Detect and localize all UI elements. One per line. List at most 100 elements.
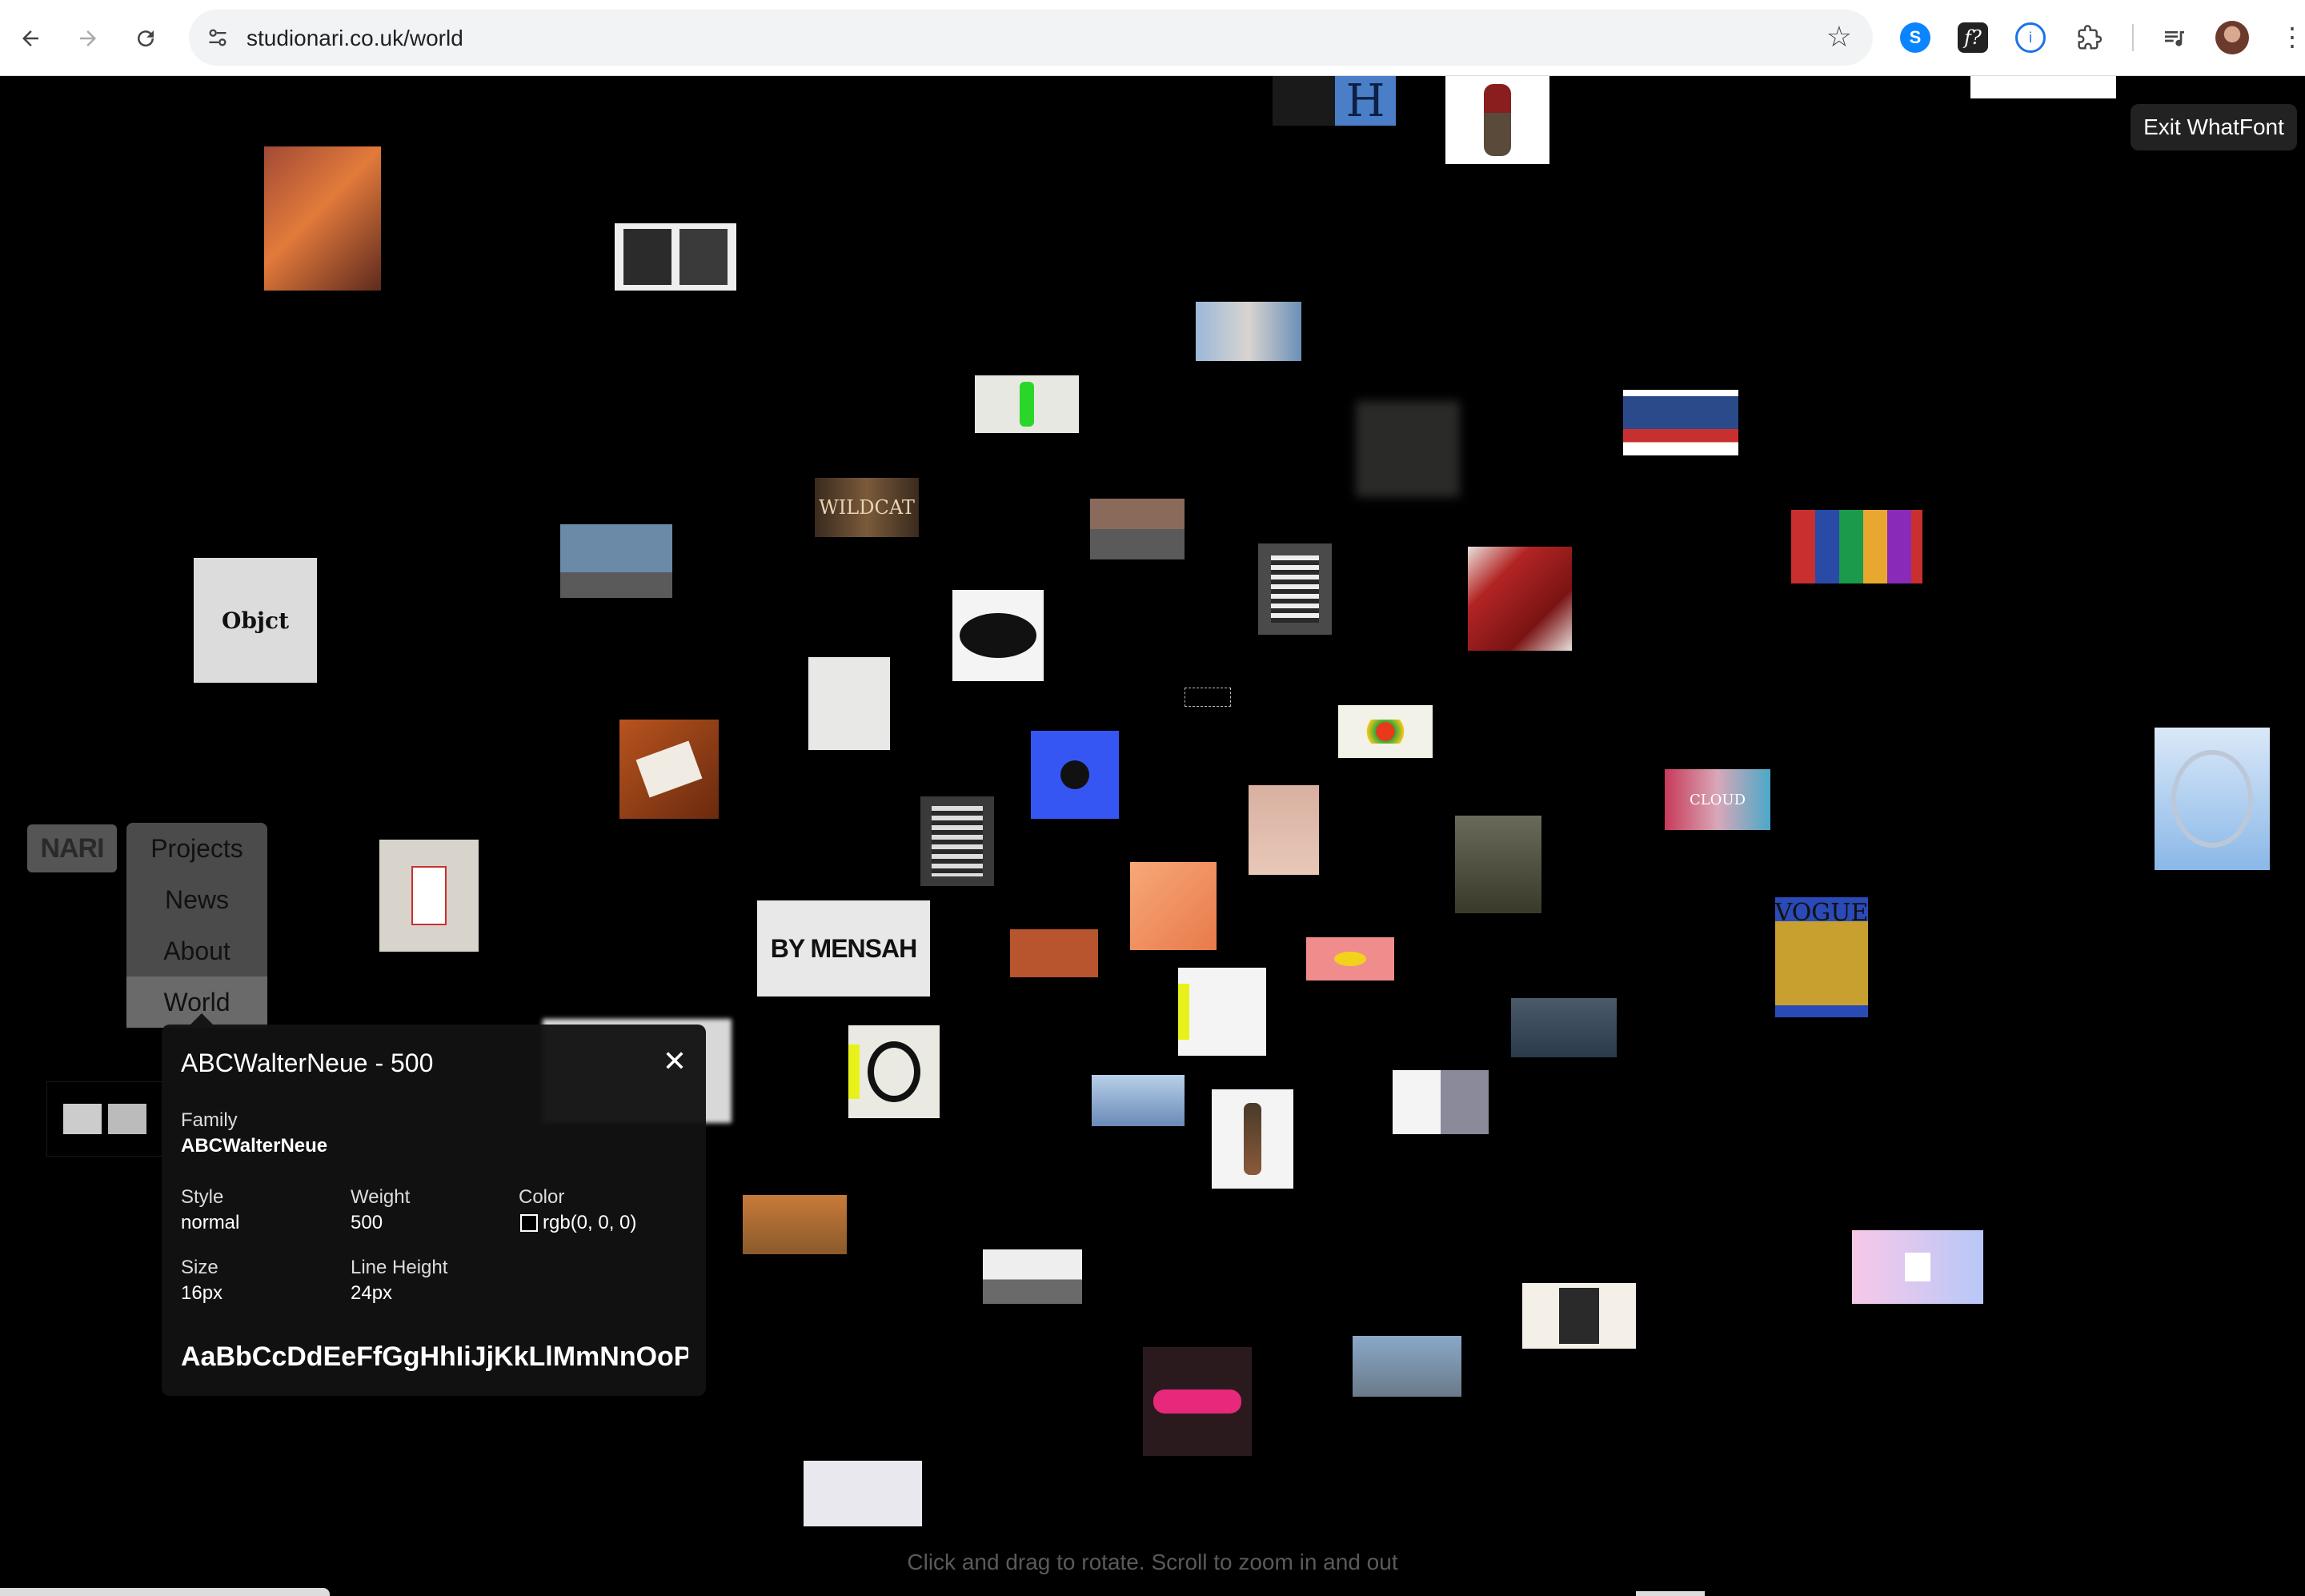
project-tile[interactable]: [1273, 76, 1337, 126]
project-tile[interactable]: [1468, 547, 1572, 651]
project-tile[interactable]: [848, 1025, 940, 1118]
logo-image: [868, 1041, 920, 1102]
project-tile[interactable]: [1511, 998, 1617, 1057]
project-tile[interactable]: [615, 223, 736, 291]
site-info-icon[interactable]: [200, 20, 235, 55]
nari-logo[interactable]: NARI: [27, 824, 117, 872]
photo-image: [679, 229, 728, 285]
project-tile[interactable]: [1338, 705, 1433, 758]
project-tile[interactable]: [983, 1249, 1082, 1304]
stripe-image: [1178, 984, 1189, 1040]
project-tile[interactable]: [1852, 1230, 1983, 1304]
browser-toolbar: studionari.co.uk/world ☆ S f? i ⋮: [0, 0, 2305, 76]
project-tile-wildcat[interactable]: WILDCAT: [815, 478, 919, 537]
logo-image: [1060, 760, 1089, 789]
project-tile[interactable]: [1791, 510, 1922, 583]
shazam-extension-icon[interactable]: S: [1900, 22, 1930, 53]
menu-item-about[interactable]: About: [126, 925, 267, 976]
close-icon[interactable]: ✕: [663, 1047, 687, 1076]
stripe-image: [848, 1045, 860, 1099]
project-tile-h[interactable]: H: [1335, 76, 1396, 126]
whatfont-panel: ABCWalterNeue - 500 ✕ Family ABCWalterNe…: [162, 1013, 706, 1396]
line-height-label: Line Height: [351, 1257, 448, 1278]
url-text[interactable]: studionari.co.uk/world: [247, 26, 463, 51]
toolbar-divider: [2132, 24, 2134, 51]
project-tile[interactable]: [1970, 76, 2116, 98]
project-tile[interactable]: [560, 524, 672, 598]
project-tile[interactable]: [743, 1195, 847, 1254]
line-height-value: 24px: [351, 1282, 393, 1304]
project-tile[interactable]: [1031, 731, 1119, 819]
tile-label: BY MENSAH: [770, 933, 917, 963]
project-tile[interactable]: [46, 1081, 163, 1157]
project-tile[interactable]: [808, 657, 890, 750]
project-tile[interactable]: [1353, 1336, 1461, 1397]
project-tile[interactable]: [975, 375, 1079, 433]
bookmark-star-icon[interactable]: ☆: [1826, 21, 1852, 53]
tile-label: WILDCAT: [819, 496, 915, 519]
box-image: [635, 740, 703, 798]
project-tile[interactable]: [804, 1461, 922, 1526]
project-tile[interactable]: [1092, 1075, 1185, 1126]
project-tile[interactable]: [379, 840, 479, 952]
reload-icon[interactable]: [125, 18, 166, 59]
project-tile[interactable]: [1636, 1591, 1705, 1596]
product-image: [108, 1104, 146, 1134]
tshirt-image: [1905, 1253, 1930, 1281]
project-tile[interactable]: [1393, 1070, 1489, 1134]
tile-label: H: [1345, 76, 1385, 126]
project-tile[interactable]: [1196, 302, 1301, 361]
project-tile[interactable]: [1130, 862, 1217, 950]
project-tile[interactable]: [1306, 937, 1394, 980]
fruit-image: [1357, 720, 1413, 744]
rotate-zoom-hint: Click and drag to rotate. Scroll to zoom…: [907, 1550, 1398, 1574]
profile-avatar[interactable]: [2215, 21, 2249, 54]
exit-whatfont-button[interactable]: Exit WhatFont: [2131, 104, 2297, 150]
figure-image: [1020, 382, 1034, 427]
project-tile[interactable]: [2155, 728, 2270, 870]
project-tile[interactable]: [1258, 543, 1332, 635]
site-menu: Projects News About World: [126, 823, 267, 1028]
project-tile[interactable]: [1143, 1347, 1252, 1456]
forward-arrow-icon[interactable]: [67, 18, 109, 59]
weight-value: 500: [351, 1212, 383, 1233]
project-tile[interactable]: [1212, 1089, 1293, 1189]
project-tile[interactable]: [1185, 688, 1231, 707]
project-tile-vogue[interactable]: VOGUE: [1775, 897, 1868, 1017]
status-bar: [0, 1588, 330, 1596]
project-tile-blurred[interactable]: [1356, 401, 1460, 497]
menu-item-news[interactable]: News: [126, 874, 267, 925]
project-tile[interactable]: [1522, 1283, 1636, 1349]
whatfont-extension-icon[interactable]: f?: [1958, 22, 1988, 53]
project-tile[interactable]: [264, 146, 381, 291]
project-tile[interactable]: [1445, 76, 1549, 164]
figure-image: [1484, 84, 1511, 156]
font-sample: AaBbCcDdEeFfGgHhIiJjKkLlMmNnOoPpQqRrSsTt…: [181, 1341, 688, 1372]
color-swatch: [520, 1214, 538, 1232]
project-tile-mensah[interactable]: BY MENSAH: [757, 900, 930, 996]
project-tile[interactable]: [619, 720, 719, 819]
menu-item-projects[interactable]: Projects: [126, 823, 267, 874]
password-manager-icon[interactable]: i: [2015, 22, 2046, 53]
poster-image: [932, 806, 983, 876]
more-menu-icon[interactable]: ⋮: [2279, 22, 2305, 51]
media-controls-icon[interactable]: [2159, 22, 2190, 53]
project-tile[interactable]: [952, 590, 1044, 681]
family-label: Family: [181, 1109, 238, 1131]
project-tile[interactable]: [1455, 816, 1541, 913]
banana-image: [1334, 952, 1366, 966]
project-tile[interactable]: [1249, 785, 1319, 875]
project-tile-cloud[interactable]: CLOUD: [1665, 769, 1770, 830]
extensions-puzzle-icon[interactable]: [2074, 22, 2105, 53]
back-arrow-icon[interactable]: [10, 18, 51, 59]
project-tile[interactable]: [920, 796, 994, 886]
address-bar[interactable]: studionari.co.uk/world ☆: [189, 10, 1873, 66]
tile-label: CLOUD: [1689, 791, 1746, 808]
project-tile[interactable]: [1178, 968, 1266, 1056]
project-tile-object[interactable]: Objct: [194, 558, 317, 683]
tile-label: Objct: [221, 607, 290, 634]
poster-image: [1271, 555, 1319, 623]
project-tile[interactable]: [1623, 390, 1738, 455]
project-tile[interactable]: [1010, 929, 1098, 977]
project-tile[interactable]: [1090, 499, 1185, 559]
